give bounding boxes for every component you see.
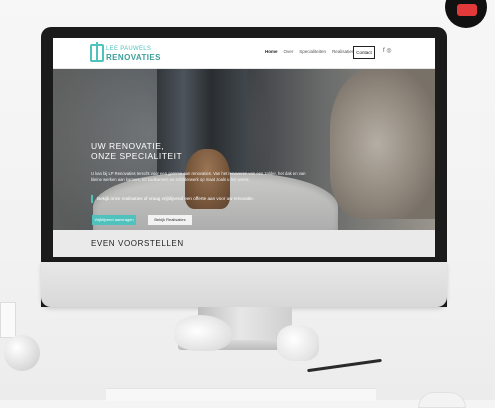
hero-title-line2: ONZE SPECIALITEIT <box>91 151 183 161</box>
hero-lead: U kan bij LP Renovaties terecht voor een… <box>91 171 306 182</box>
section-title: EVEN VOORSTELLEN <box>91 239 184 248</box>
hero-callout: Bekijk onze realisaties of vraag vrijbli… <box>91 195 254 203</box>
menu-item-realisaties[interactable]: Realisaties <box>332 49 354 54</box>
keyboard <box>106 388 376 401</box>
intro-section: EVEN VOORSTELLEN <box>53 230 435 257</box>
logo-text-bottom: RENOVATIES <box>106 53 161 62</box>
menu-item-specialiteiten[interactable]: Specialiteiten <box>299 49 326 54</box>
view-realisaties-button[interactable]: Bekijk Realisaties <box>148 215 192 225</box>
menu-item-home[interactable]: Home <box>265 49 278 54</box>
contact-button[interactable]: Contact <box>353 46 375 59</box>
main-menu: Home Over Specialiteiten Realisaties <box>265 49 354 54</box>
crumpled-paper <box>277 325 319 361</box>
logo-text-top: LEE PAUWELS <box>106 46 152 52</box>
apple-logo-icon <box>236 276 252 294</box>
logo-icon <box>90 42 104 62</box>
photo-frame <box>0 302 16 338</box>
request-quote-button[interactable]: Vrijblijvend aanvragen <box>92 215 136 225</box>
menu-item-over[interactable]: Over <box>284 49 294 54</box>
hero-section: UW RENOVATIE, ONZE SPECIALITEIT U kan bi… <box>53 69 435 230</box>
website-screen: LEE PAUWELS RENOVATIES Home Over Special… <box>53 38 435 257</box>
mouse <box>418 392 466 408</box>
site-nav: LEE PAUWELS RENOVATIES Home Over Special… <box>53 38 435 69</box>
hero-title: UW RENOVATIE, ONZE SPECIALITEIT <box>91 141 182 161</box>
social-icons[interactable]: f ◎ <box>383 47 392 54</box>
decor-ball <box>4 335 40 371</box>
hero-title-line1: UW RENOVATIE, <box>91 141 165 151</box>
decor-bird <box>174 315 232 351</box>
